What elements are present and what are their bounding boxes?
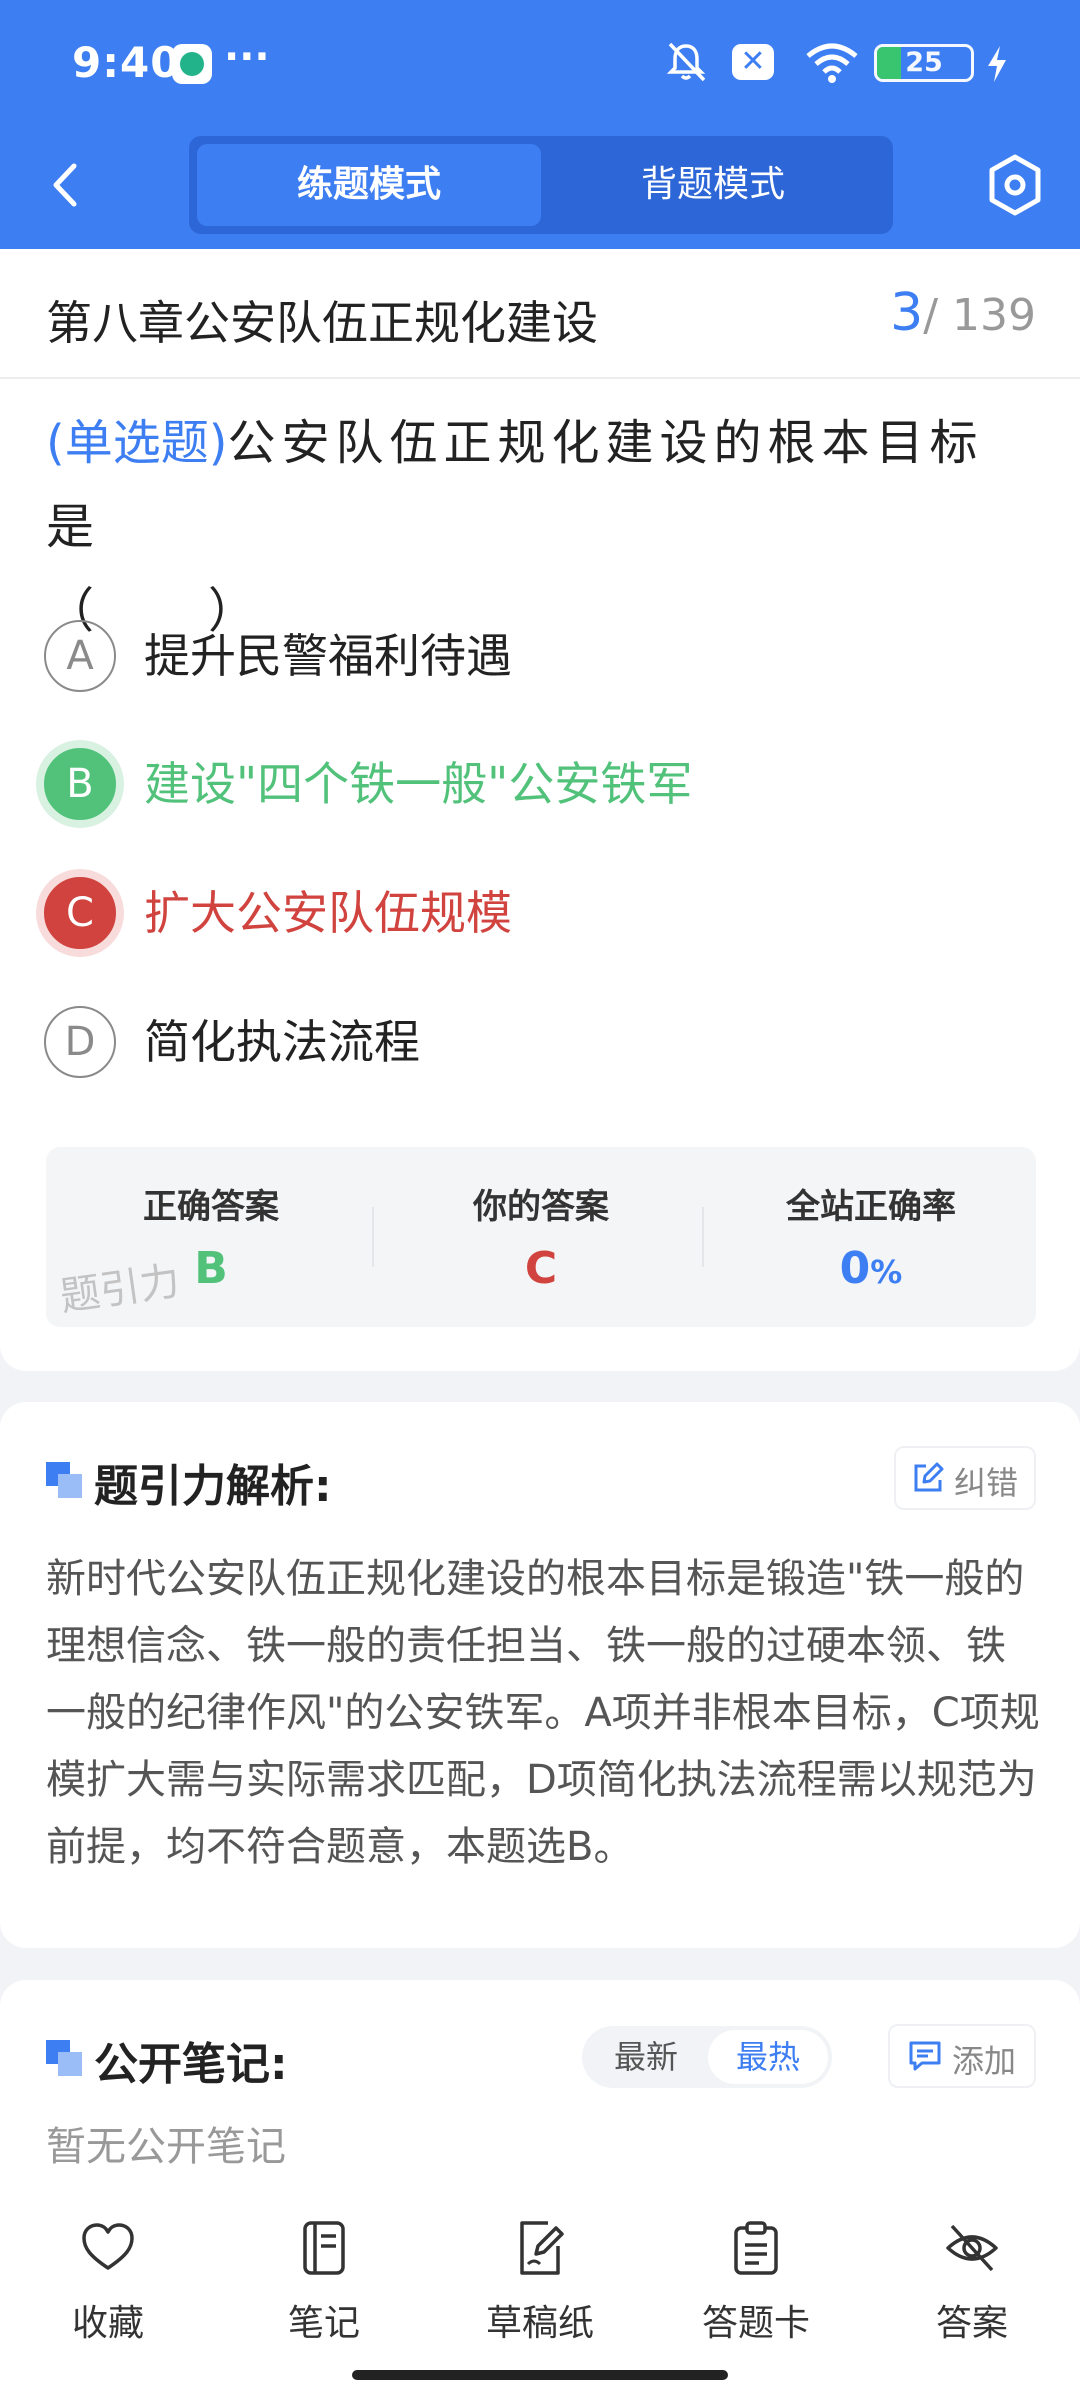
divider	[372, 1207, 374, 1267]
correct-answer-label: 正确答案	[143, 1187, 279, 1227]
add-note-button[interactable]: 添加	[890, 2026, 1034, 2086]
option-c[interactable]: C 扩大公安队伍规模	[44, 873, 1024, 953]
notes-title: 公开笔记:	[94, 2039, 288, 2090]
your-answer-label: 你的答案	[473, 1187, 609, 1227]
site-accuracy-value: 0%	[706, 1243, 1036, 1294]
analysis-card: 题引力解析: 纠错 新时代公安队伍正规化建设的根本目标是锻造"铁一般的理想信念、…	[0, 1402, 1080, 1948]
option-text: 建设"四个铁一般"公安铁军	[144, 757, 693, 811]
analysis-title: 题引力解析:	[94, 1461, 332, 1512]
more-notifications-icon: ···	[224, 34, 270, 80]
app-header: 9:40 ··· ✕ 25 练题模式 背题模式	[0, 0, 1080, 249]
x-badge-icon: ✕	[732, 44, 774, 80]
divider	[702, 1207, 704, 1267]
section-square-icon	[46, 2040, 82, 2076]
status-time: 9:40	[72, 38, 181, 87]
option-a[interactable]: A 提升民警福利待遇	[44, 616, 1024, 696]
back-arrow-icon[interactable]	[40, 150, 90, 220]
option-letter: A	[44, 620, 116, 692]
chapter-title: 第八章公安队伍正规化建设	[46, 296, 598, 350]
status-icons: ✕ 25	[610, 40, 1010, 86]
charging-bolt-icon	[988, 46, 1006, 82]
total-questions: / 139	[923, 290, 1036, 341]
battery-level: 25	[905, 47, 943, 78]
notes-sort-toggle: 最新 最热	[582, 2026, 832, 2088]
question-type: (单选题)	[46, 415, 228, 471]
site-accuracy-label: 全站正确率	[786, 1187, 956, 1227]
clipboard-icon	[734, 2221, 778, 2275]
heart-icon	[82, 2223, 134, 2270]
bell-off-icon	[666, 42, 706, 82]
nav-draft[interactable]: 草稿纸	[465, 2220, 615, 2350]
option-text: 简化执法流程	[144, 1015, 420, 1069]
option-text: 提升民警福利待遇	[144, 629, 512, 683]
tab-memorize-mode[interactable]: 背题模式	[541, 144, 885, 226]
chapter-bar: 第八章公安队伍正规化建设 3/ 139	[0, 249, 1080, 379]
mode-switch: 练题模式 背题模式	[189, 136, 893, 234]
analysis-text: 新时代公安队伍正规化建设的根本目标是锻造"铁一般的理想信念、铁一般的责任担当、铁…	[46, 1556, 1040, 1870]
option-letter: B	[44, 748, 116, 820]
eye-off-icon	[946, 2224, 998, 2272]
nav-notes-label: 笔记	[287, 2303, 360, 2344]
option-text: 扩大公安队伍规模	[144, 886, 512, 940]
option-d[interactable]: D 简化执法流程	[44, 1002, 1024, 1082]
sort-hot-option[interactable]: 最热	[708, 2030, 828, 2084]
status-bar: 9:40 ··· ✕ 25	[0, 0, 1080, 125]
question-card: 第八章公安队伍正规化建设 3/ 139 (单选题)公安队伍正规化建设的根本目标是…	[0, 249, 1080, 1371]
nav-answer-sheet[interactable]: 答题卡	[681, 2220, 831, 2350]
notes-empty-text: 暂无公开笔记	[46, 2124, 286, 2170]
wifi-icon	[806, 43, 858, 83]
option-letter: C	[44, 877, 116, 949]
question-progress[interactable]: 3/ 139	[890, 283, 1036, 343]
sort-latest-option[interactable]: 最新	[586, 2030, 706, 2084]
report-error-label: 纠错	[954, 1464, 1019, 1502]
nav-favorite[interactable]: 收藏	[33, 2220, 183, 2350]
your-answer-column: 你的答案 C	[376, 1147, 706, 1327]
nav-answer-sheet-label: 答题卡	[701, 2303, 810, 2344]
nav-answer[interactable]: 答案	[897, 2220, 1047, 2350]
draft-paper-icon	[520, 2221, 564, 2275]
settings-hexagon-icon[interactable]	[986, 152, 1044, 218]
section-square-icon	[46, 1462, 82, 1498]
option-b[interactable]: B 建设"四个铁一般"公安铁军	[44, 744, 1024, 824]
option-letter: D	[44, 1006, 116, 1078]
site-accuracy-number: 0	[839, 1243, 871, 1294]
site-accuracy-unit: %	[870, 1253, 903, 1291]
report-error-button[interactable]: 纠错	[896, 1448, 1034, 1508]
battery-icon: 25	[874, 44, 974, 82]
app-notification-icon	[172, 44, 212, 84]
your-answer-value: C	[524, 1243, 558, 1294]
site-accuracy-column: 全站正确率 0%	[706, 1147, 1036, 1327]
home-indicator[interactable]	[352, 2370, 728, 2380]
answer-result-panel: 正确答案 B 你的答案 C 全站正确率 0% 题引力	[46, 1147, 1036, 1327]
add-note-label: 添加	[952, 2042, 1017, 2080]
nav-answer-label: 答案	[935, 2303, 1008, 2344]
nav-favorite-label: 收藏	[71, 2303, 144, 2344]
nav-draft-label: 草稿纸	[485, 2303, 594, 2344]
current-question-number: 3	[890, 283, 924, 343]
comment-icon	[909, 2041, 941, 2071]
notebook-icon	[303, 2221, 345, 2275]
tab-practice-mode[interactable]: 练题模式	[197, 144, 541, 226]
edit-icon	[914, 1462, 944, 1492]
nav-notes[interactable]: 笔记	[249, 2220, 399, 2350]
